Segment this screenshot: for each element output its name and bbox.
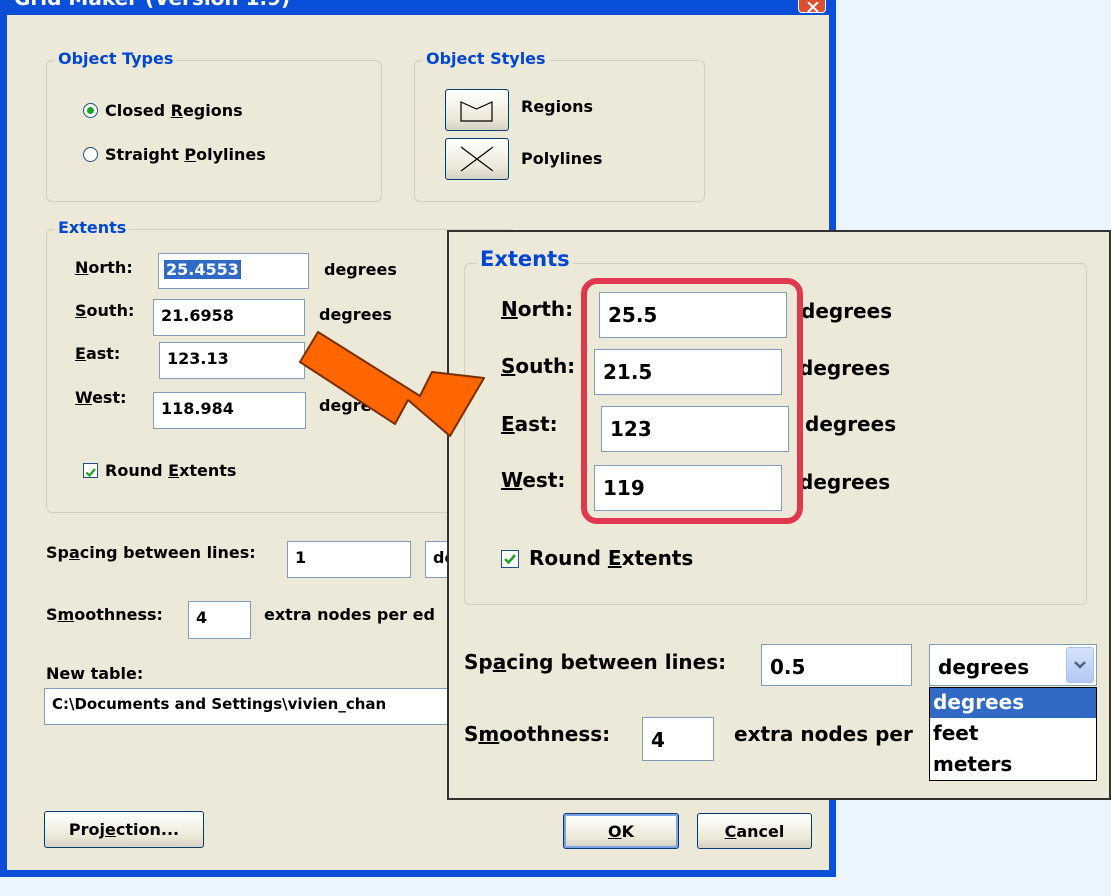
- window-title: Grid Maker (Version 1.9): [14, 0, 290, 10]
- zoom-round-extents-label[interactable]: Round Extents: [529, 546, 693, 570]
- zoom-smoothness-suffix: extra nodes per: [734, 722, 913, 746]
- south-input[interactable]: 21.6958: [153, 299, 305, 336]
- zoom-spacing-label: Spacing between lines:: [464, 650, 727, 674]
- title-bar[interactable]: Grid Maker (Version 1.9): [0, 0, 836, 15]
- checkmark-icon: [504, 554, 516, 565]
- unit-option-meters[interactable]: meters: [930, 750, 1096, 780]
- polyline-style-button[interactable]: [445, 138, 509, 180]
- zoom-spacing-unit-value: degrees: [938, 655, 1030, 679]
- region-style-icon: [460, 101, 493, 122]
- spacing-label: Spacing between lines:: [46, 543, 256, 562]
- zoom-spacing-unit-combo[interactable]: degrees: [929, 644, 1097, 686]
- west-input[interactable]: 118.984: [153, 392, 306, 429]
- smoothness-label: Smoothness:: [46, 605, 163, 624]
- straight-polylines-label[interactable]: Straight Polylines: [105, 145, 266, 164]
- closed-regions-radio[interactable]: [83, 103, 98, 118]
- zoom-spacing-input[interactable]: 0.5: [761, 644, 912, 686]
- zoom-north-label: North:: [501, 297, 574, 321]
- new-table-label: New table:: [46, 664, 144, 683]
- round-extents-label[interactable]: Round Extents: [105, 461, 236, 480]
- cancel-button[interactable]: Cancel: [697, 813, 812, 849]
- smoothness-suffix: extra nodes per ed: [264, 605, 435, 624]
- zoom-north-unit: degrees: [801, 299, 893, 323]
- ok-button[interactable]: OK: [563, 813, 679, 849]
- chevron-down-icon[interactable]: [1066, 647, 1094, 683]
- object-styles-legend: Object Styles: [423, 49, 549, 68]
- projection-button[interactable]: Proj e ction...: [44, 811, 204, 848]
- south-label: South:: [75, 301, 135, 320]
- highlight-rectangle: [581, 278, 803, 524]
- north-unit: degrees: [324, 260, 397, 279]
- zoom-east-unit: degrees: [805, 412, 897, 436]
- new-table-input[interactable]: C:\Documents and Settings\vivien_chan: [44, 688, 464, 725]
- east-input[interactable]: 123.13: [159, 342, 305, 379]
- polyline-style-icon: [460, 146, 494, 172]
- spacing-input[interactable]: 1: [287, 541, 411, 578]
- unit-option-degrees[interactable]: degrees: [930, 688, 1096, 718]
- zoom-round-extents-checkbox[interactable]: [501, 550, 519, 568]
- checkmark-icon: [85, 468, 96, 478]
- zoom-south-unit: degrees: [799, 356, 891, 380]
- regions-label: Regions: [521, 97, 594, 116]
- west-unit: degrees: [319, 396, 392, 415]
- region-style-button[interactable]: [445, 89, 509, 131]
- north-label: North:: [75, 258, 133, 277]
- south-unit: degrees: [319, 305, 392, 324]
- zoomed-extents-panel: Extents North: 25.5 degrees South: 21.5 …: [447, 230, 1111, 800]
- closed-regions-label[interactable]: Closed Regions: [105, 101, 243, 120]
- north-input[interactable]: 25.4553: [158, 253, 309, 289]
- round-extents-checkbox[interactable]: [83, 463, 98, 478]
- zoom-extents-legend: Extents: [477, 247, 573, 271]
- east-label: East:: [75, 344, 121, 363]
- smoothness-input[interactable]: 4: [188, 601, 251, 639]
- unit-dropdown-list: degrees feet meters: [929, 687, 1097, 781]
- zoom-west-label: West:: [501, 468, 566, 492]
- straight-polylines-radio[interactable]: [83, 147, 98, 162]
- zoom-smoothness-label: Smoothness:: [464, 722, 611, 746]
- west-label: West:: [75, 388, 127, 407]
- close-icon[interactable]: [798, 0, 826, 13]
- extents-legend: Extents: [55, 218, 130, 237]
- polylines-label: Polylines: [521, 149, 603, 168]
- zoom-west-unit: degrees: [799, 470, 891, 494]
- unit-option-feet[interactable]: feet: [930, 719, 1096, 749]
- object-types-group: Object Types: [46, 49, 382, 202]
- zoom-south-label: South:: [501, 354, 576, 378]
- zoom-east-label: East:: [501, 412, 558, 436]
- object-types-legend: Object Types: [55, 49, 177, 68]
- zoom-smoothness-input[interactable]: 4: [642, 717, 714, 761]
